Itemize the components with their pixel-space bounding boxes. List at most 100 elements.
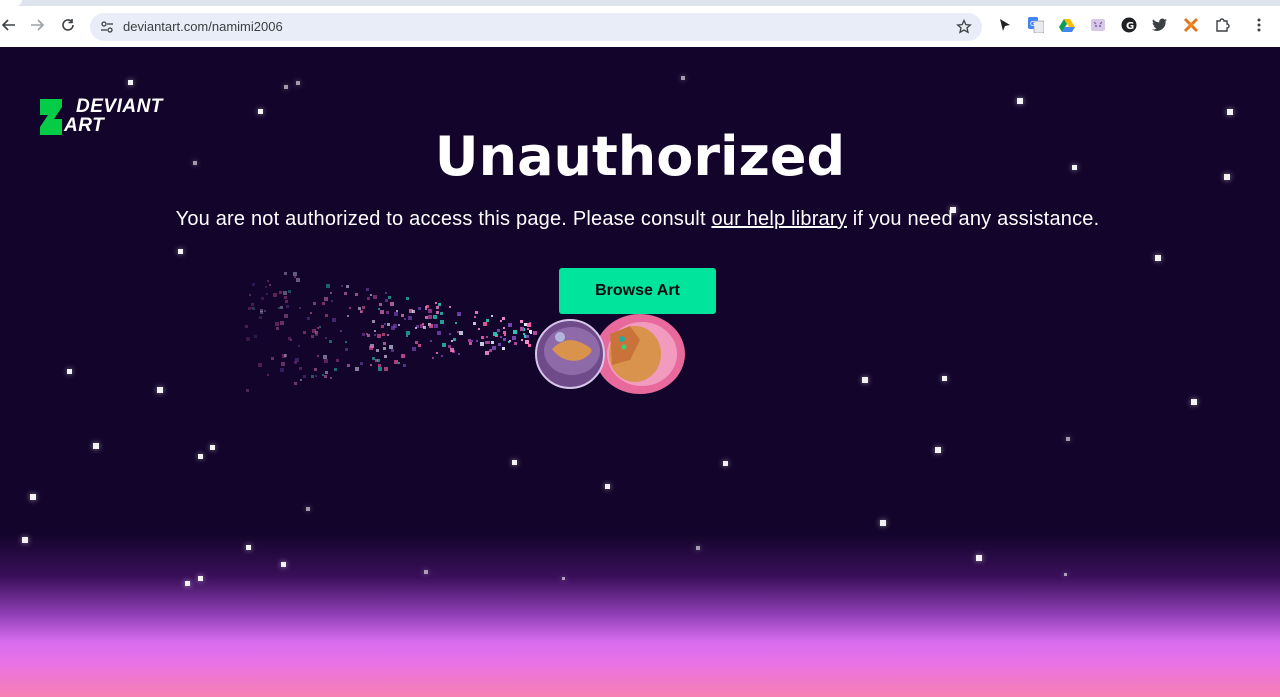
trail-pixel xyxy=(316,354,319,357)
trail-pixel xyxy=(321,301,325,305)
trail-pixel xyxy=(377,333,382,338)
trail-pixel xyxy=(333,368,337,372)
reload-button[interactable] xyxy=(57,14,79,36)
google-translate-icon[interactable]: G xyxy=(1027,16,1045,34)
trail-pixel xyxy=(431,356,434,359)
trail-pixel xyxy=(346,363,350,367)
trail-pixel xyxy=(414,326,417,329)
trail-pixel xyxy=(378,363,382,367)
logo-line-1: DEVIANT xyxy=(76,96,163,117)
trail-pixel xyxy=(267,373,270,376)
trail-pixel xyxy=(520,328,524,332)
trail-pixel xyxy=(373,333,376,336)
trail-pixel xyxy=(375,358,379,362)
trail-pixel xyxy=(267,279,270,282)
message-text-after: if you need any assistance. xyxy=(846,208,1100,230)
forward-button[interactable] xyxy=(26,14,48,36)
trail-pixel xyxy=(360,309,364,313)
browse-art-button[interactable]: Browse Art xyxy=(559,268,716,314)
trail-pixel xyxy=(354,366,359,371)
trail-pixel xyxy=(271,356,275,360)
trail-pixel xyxy=(369,293,372,296)
trail-pixel xyxy=(400,354,404,358)
trail-pixel xyxy=(520,339,523,342)
trail-pixel xyxy=(412,309,416,313)
cat-extension-icon[interactable] xyxy=(1089,16,1107,34)
trail-pixel xyxy=(381,332,385,336)
trail-pixel xyxy=(456,311,461,316)
trail-pixel xyxy=(393,359,398,364)
trail-pixel xyxy=(392,323,397,328)
trail-pixel xyxy=(467,338,471,342)
trail-pixel xyxy=(259,308,263,312)
trail-pixel xyxy=(253,335,257,339)
trail-pixel xyxy=(500,335,503,338)
trail-pixel xyxy=(379,302,383,306)
trail-pixel xyxy=(520,319,524,323)
cursor-extension-icon[interactable] xyxy=(996,16,1014,34)
google-drive-icon[interactable] xyxy=(1058,16,1076,34)
metamask-icon[interactable] xyxy=(1182,16,1200,34)
trail-pixel xyxy=(472,321,476,325)
trail-pixel xyxy=(283,290,288,295)
trail-pixel xyxy=(273,293,278,298)
trail-pixel xyxy=(477,327,480,330)
trail-pixel xyxy=(508,323,513,328)
trail-pixel xyxy=(417,343,421,347)
trail-pixel xyxy=(373,330,376,333)
trail-pixel xyxy=(417,307,421,311)
trail-pixel xyxy=(378,308,381,311)
star-dot xyxy=(424,570,428,574)
trail-pixel xyxy=(437,302,441,306)
star-dot xyxy=(157,387,163,393)
bookmark-star-icon[interactable] xyxy=(954,17,974,37)
star-dot xyxy=(935,447,941,453)
trail-pixel xyxy=(314,332,318,336)
trail-pixel xyxy=(487,341,491,345)
trail-pixel xyxy=(427,314,432,319)
back-button[interactable] xyxy=(0,14,20,36)
trail-pixel xyxy=(362,305,366,309)
trail-pixel xyxy=(360,361,363,365)
trail-pixel xyxy=(441,354,444,357)
trail-pixel xyxy=(372,319,376,323)
trail-pixel xyxy=(405,297,409,301)
trail-pixel xyxy=(435,352,438,355)
trail-pixel xyxy=(391,349,395,353)
page-content: DEVIANT ART Unauthorized You are not aut… xyxy=(0,47,1280,697)
trail-pixel xyxy=(504,334,507,337)
trail-pixel xyxy=(343,292,347,296)
trail-pixel xyxy=(340,329,343,332)
trail-pixel xyxy=(340,284,343,287)
address-bar[interactable]: deviantart.com/namimi2006 xyxy=(90,13,982,41)
url-text[interactable]: deviantart.com/namimi2006 xyxy=(123,13,283,41)
trail-pixel xyxy=(385,310,389,314)
trail-pixel xyxy=(442,343,447,348)
trail-pixel xyxy=(324,359,329,364)
trail-pixel xyxy=(428,324,433,329)
more-menu-icon[interactable] xyxy=(1250,16,1268,34)
trail-pixel xyxy=(508,339,511,342)
trail-pixel xyxy=(449,348,454,353)
trail-pixel xyxy=(268,284,271,287)
trail-pixel xyxy=(451,340,454,343)
trail-pixel xyxy=(372,294,377,299)
trail-pixel xyxy=(284,314,289,319)
site-info-icon[interactable] xyxy=(98,18,116,36)
trail-pixel xyxy=(474,311,478,315)
trail-pixel xyxy=(502,346,506,350)
trail-pixel xyxy=(293,276,296,279)
github-icon[interactable]: G xyxy=(1120,16,1138,34)
twitter-icon[interactable] xyxy=(1151,16,1169,34)
trail-pixel xyxy=(491,341,495,345)
browser-toolbar: deviantart.com/namimi2006 G G xyxy=(0,0,1280,47)
trail-pixel xyxy=(403,364,407,368)
trail-pixel xyxy=(283,271,287,275)
star-dot xyxy=(67,369,72,374)
help-library-link[interactable]: our help library xyxy=(711,208,847,230)
trail-pixel xyxy=(440,319,445,324)
trail-pixel xyxy=(383,341,387,345)
trail-pixel xyxy=(316,326,319,329)
trail-pixel xyxy=(433,314,438,319)
puzzle-extensions-icon[interactable] xyxy=(1213,16,1231,34)
